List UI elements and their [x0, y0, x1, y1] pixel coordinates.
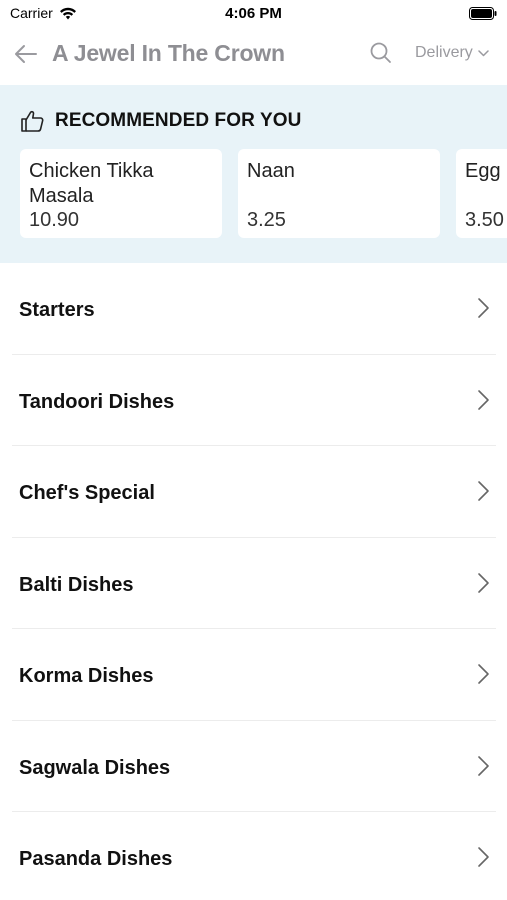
category-row-balti-dishes[interactable]: Balti Dishes: [12, 538, 496, 629]
chevron-right-icon: [478, 298, 489, 318]
recommended-card[interactable]: Egg Fried Rice 3.50: [456, 149, 507, 238]
recommended-card[interactable]: Chicken Tikka Masala 10.90: [20, 149, 222, 238]
battery-icon: [469, 7, 497, 20]
chevron-down-icon: [478, 49, 489, 56]
page-title: A Jewel In The Crown: [52, 40, 285, 66]
category-label: Tandoori Dishes: [19, 390, 175, 413]
card-item-price: 3.50: [465, 209, 504, 231]
card-item-price: 10.90: [29, 209, 80, 231]
card-item-name: Naan: [247, 160, 295, 182]
recommended-section: RECOMMENDED FOR YOU Chicken Tikka Masala…: [0, 85, 507, 263]
chevron-right-icon: [478, 572, 489, 593]
thumbs-up-icon: [21, 110, 44, 132]
recommended-cards: Chicken Tikka Masala 10.90 Naan 3.25 Egg…: [20, 149, 507, 238]
category-row-pasanda-dishes[interactable]: Pasanda Dishes: [12, 812, 496, 900]
card-item-price: 3.25: [247, 209, 286, 231]
chevron-right-icon: [478, 481, 489, 501]
category-list: Starters Tandoori Dishes Chef's Special …: [0, 263, 507, 900]
recommended-header: RECOMMENDED FOR YOU: [20, 109, 301, 133]
navigation-bar: A Jewel In The Crown Delivery: [0, 28, 507, 84]
chevron-right-icon: [478, 847, 489, 867]
category-row-sagwala-dishes[interactable]: Sagwala Dishes: [12, 721, 496, 812]
category-label: Chef's Special: [19, 482, 155, 504]
status-time: 4:06 PM: [225, 5, 282, 22]
chevron-right-icon: [478, 664, 489, 684]
recommended-title: RECOMMENDED FOR YOU: [55, 110, 302, 131]
category-label: Balti Dishes: [19, 573, 134, 596]
back-arrow-icon[interactable]: [12, 40, 40, 68]
category-row-starters[interactable]: Starters: [12, 263, 496, 355]
category-label: Pasanda Dishes: [19, 848, 173, 870]
delivery-label: Delivery: [415, 44, 473, 61]
status-bar: Carrier 4:06 PM: [0, 0, 507, 28]
category-label: Korma Dishes: [19, 665, 154, 687]
card-item-name: Chicken Tikka Masala: [29, 160, 154, 207]
category-label: Sagwala Dishes: [19, 756, 171, 779]
card-item-name: Egg Fried Rice: [465, 160, 507, 182]
category-row-tandoori-dishes[interactable]: Tandoori Dishes: [12, 355, 496, 446]
recommended-card[interactable]: Naan 3.25: [238, 149, 440, 238]
category-label: Starters: [19, 299, 95, 321]
category-row-korma-dishes[interactable]: Korma Dishes: [12, 629, 496, 721]
search-icon[interactable]: [368, 40, 394, 66]
delivery-selector[interactable]: Delivery: [415, 44, 489, 62]
chevron-right-icon: [478, 755, 489, 776]
category-row-chefs-special[interactable]: Chef's Special: [12, 446, 496, 538]
chevron-right-icon: [478, 389, 489, 410]
